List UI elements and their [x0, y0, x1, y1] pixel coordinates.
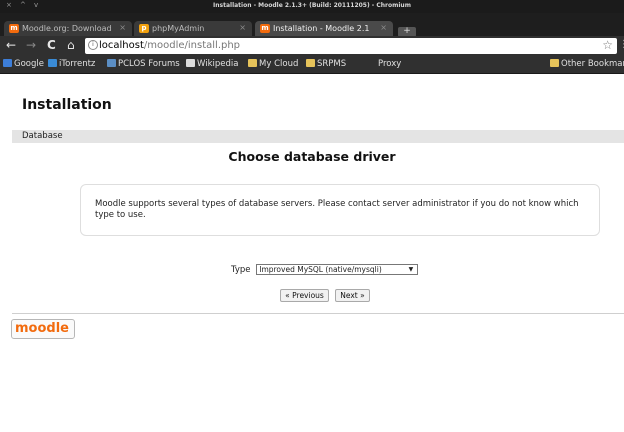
- url-path: /moodle/install.php: [143, 40, 241, 51]
- window-title: Installation - Moodle 2.1.3+ (Build: 201…: [213, 2, 411, 9]
- bookmark-label: My Cloud: [259, 59, 299, 69]
- bookmark-proxy[interactable]: Proxy: [378, 59, 401, 69]
- torrentz-icon: [48, 59, 57, 67]
- notice-text: Moodle supports several types of databas…: [95, 199, 579, 220]
- browser-toolbar: ← → C ⌂ i localhost/moodle/install.php ☆…: [0, 36, 624, 56]
- window-title-bar: × ^ v Installation - Moodle 2.1.3+ (Buil…: [0, 0, 624, 13]
- tab-installation[interactable]: m Installation - Moodle 2.1 ×: [255, 21, 393, 36]
- folder-icon: [306, 59, 315, 67]
- close-tab-icon[interactable]: ×: [239, 23, 246, 32]
- bookmark-wikipedia[interactable]: Wikipedia: [186, 59, 238, 69]
- tab-phpmyadmin[interactable]: p phpMyAdmin ×: [134, 21, 252, 36]
- tab-strip: m Moodle.org: Download × p phpMyAdmin × …: [0, 13, 624, 37]
- bookmark-label: SRPMS: [317, 59, 347, 69]
- home-icon[interactable]: ⌂: [67, 39, 75, 52]
- tab-moodle-download[interactable]: m Moodle.org: Download ×: [4, 21, 132, 36]
- previous-button[interactable]: « Previous: [280, 289, 329, 302]
- folder-icon: [248, 59, 257, 67]
- dropdown-arrow-icon: ▼: [408, 266, 414, 273]
- url-host: localhost: [99, 40, 144, 51]
- reload-icon[interactable]: C: [47, 39, 56, 52]
- moodle-favicon-icon: m: [9, 24, 19, 33]
- folder-icon: [550, 59, 559, 67]
- bookmark-pclos-forums[interactable]: PCLOS Forums: [107, 59, 180, 69]
- breadcrumb: Database: [12, 130, 624, 143]
- step-heading: Choose database driver: [228, 149, 396, 164]
- other-bookmarks[interactable]: Other Bookmarks: [550, 59, 624, 69]
- bookmark-my-cloud[interactable]: My Cloud: [248, 59, 298, 69]
- other-bookmarks-label: Other Bookmarks: [561, 59, 624, 69]
- address-bar[interactable]: i localhost/moodle/install.php ☆: [85, 38, 617, 54]
- type-label: Type: [231, 264, 251, 275]
- menu-icon[interactable]: ⋮: [619, 39, 624, 50]
- database-type-select[interactable]: Improved MySQL (native/mysqli) ▼: [256, 264, 419, 275]
- page-title: Installation: [22, 97, 112, 113]
- close-tab-icon[interactable]: ×: [380, 23, 387, 32]
- google-icon: [3, 59, 12, 67]
- phpmyadmin-favicon-icon: p: [139, 24, 149, 33]
- bookmark-label: Wikipedia: [197, 59, 239, 69]
- bookmark-star-icon[interactable]: ☆: [602, 38, 613, 52]
- database-type-row: Type Improved MySQL (native/mysqli) ▼: [231, 264, 419, 275]
- close-tab-icon[interactable]: ×: [119, 23, 126, 32]
- tab-label: Installation - Moodle 2.1: [273, 24, 370, 33]
- tab-label: phpMyAdmin: [152, 24, 205, 33]
- footer-divider: [12, 313, 624, 314]
- moodle-favicon-icon: m: [260, 24, 270, 33]
- wikipedia-icon: [186, 59, 195, 67]
- page-info-icon[interactable]: i: [88, 40, 98, 50]
- tab-label: Moodle.org: Download: [22, 24, 112, 33]
- notice-box: Moodle supports several types of databas…: [80, 184, 600, 236]
- breadcrumb-label: Database: [22, 131, 63, 141]
- logo-text: moodle: [15, 321, 69, 336]
- back-icon[interactable]: ←: [6, 39, 16, 52]
- bookmark-label: PCLOS Forums: [118, 59, 180, 69]
- moodle-logo[interactable]: moodle: [11, 319, 75, 339]
- bookmark-label: Google: [14, 59, 44, 69]
- select-value: Improved MySQL (native/mysqli): [259, 265, 382, 274]
- bookmark-label: Proxy: [378, 59, 402, 69]
- bookmark-label: iTorrentz: [59, 59, 96, 69]
- pclos-icon: [107, 59, 116, 67]
- bookmarks-bar: Google iTorrentz PCLOS Forums Wikipedia …: [0, 56, 624, 74]
- forward-icon[interactable]: →: [26, 39, 36, 52]
- bookmark-itorrentz[interactable]: iTorrentz: [48, 59, 95, 69]
- bookmark-srpms[interactable]: SRPMS: [306, 59, 346, 69]
- next-button[interactable]: Next »: [335, 289, 370, 302]
- bookmark-google[interactable]: Google: [3, 59, 44, 69]
